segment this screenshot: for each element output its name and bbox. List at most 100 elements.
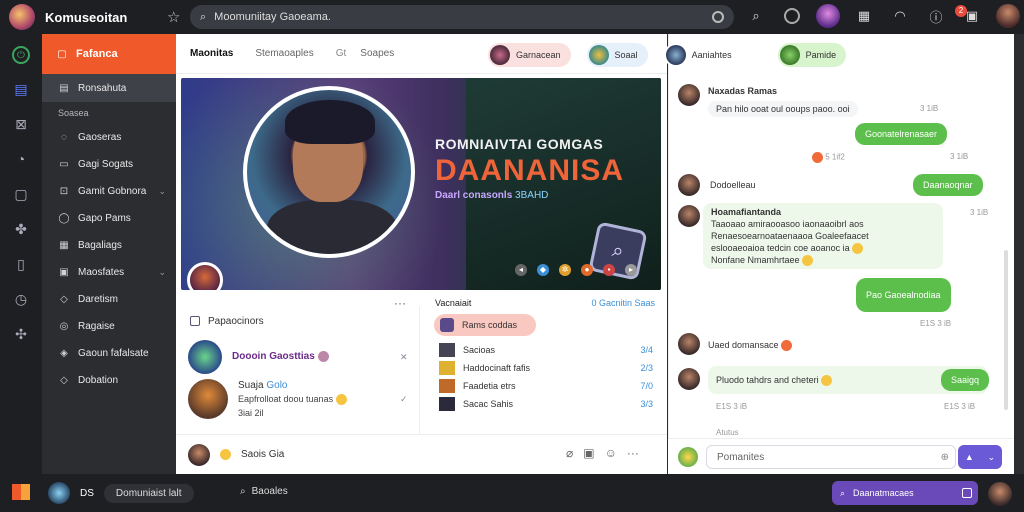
send-button[interactable]: ▲ ⌄ <box>958 445 1002 469</box>
check-icon[interactable]: ✓ <box>400 394 408 405</box>
message-time: 3 1iB <box>920 104 939 113</box>
window-icon[interactable]: ▢ <box>11 184 31 204</box>
chip-user[interactable]: Aaniahtes <box>663 43 742 67</box>
fire-icon[interactable]: ● <box>581 264 593 276</box>
user-name: Domuniaist lalt <box>103 483 194 503</box>
sidebar-item[interactable]: ◎ Ragaise <box>42 313 176 340</box>
square-icon <box>190 316 200 326</box>
search-zoom-icon[interactable]: ⌕ <box>744 4 768 28</box>
composer-text[interactable]: Saois Gia <box>241 449 284 460</box>
chat-scrollbar[interactable] <box>1004 250 1008 410</box>
headset-icon[interactable]: ◠ <box>888 4 912 28</box>
message-bubble: Goonatelrenasaer <box>855 123 948 145</box>
list-item[interactable]: Faadetia etrs 7/0 <box>421 378 665 394</box>
more-icon[interactable]: ··· <box>627 446 639 460</box>
close-icon[interactable]: ✕ <box>400 352 408 363</box>
voice-icon[interactable] <box>712 11 724 23</box>
right-section-label: Vacnaiait <box>435 298 472 308</box>
right-section-link[interactable]: 0 Gacnitin Saas <box>591 298 655 308</box>
bottom-pill-label: Daanatmacaes <box>853 488 914 498</box>
message-avatar[interactable] <box>678 174 700 196</box>
message-time: E1S 3 iB <box>716 402 748 411</box>
chevron-down-icon[interactable]: ⌄ <box>158 267 166 278</box>
left-rail: ⏻ ▤ ⊠ ◔ ▢ ✤ ▯ ◷ ✣ <box>0 34 42 474</box>
message-time: E1S 3 iB <box>944 402 976 411</box>
list-item[interactable]: Sacac Sahis 3/3 <box>421 396 665 412</box>
hero-portrait <box>243 86 415 258</box>
list-item[interactable]: Sacioas 3/4 <box>421 342 665 358</box>
gamepad-icon[interactable]: ✤ <box>11 219 31 239</box>
message-avatar[interactable] <box>678 84 700 106</box>
image-icon[interactable]: ▣ <box>583 446 594 460</box>
home-icon[interactable]: ⏻ <box>12 46 30 64</box>
message-avatar[interactable] <box>678 205 700 227</box>
user-avatar[interactable] <box>996 4 1020 28</box>
brand-logo-icon[interactable] <box>12 484 30 500</box>
bottom-user[interactable]: DS Domuniaist lalt <box>48 482 194 504</box>
chip-user[interactable]: Soaal <box>586 43 648 67</box>
feed-icon[interactable]: ▤ <box>11 79 31 99</box>
message-avatar[interactable] <box>678 333 700 355</box>
calendar-icon[interactable]: ▦ <box>852 4 876 28</box>
info-icon[interactable]: ⓘ <box>924 4 948 28</box>
tab-fourth[interactable]: Soapes <box>360 48 394 59</box>
attach-icon[interactable]: ⊕ <box>941 452 949 463</box>
puzzle-icon[interactable]: ✣ <box>11 324 31 344</box>
chevron-down-icon[interactable]: ⌄ <box>158 186 166 197</box>
feed-item[interactable]: Doooin Gaosttias ✕ <box>176 336 419 378</box>
sidebar-item[interactable]: ▦ Bagaliags <box>42 232 176 259</box>
emoji-icon[interactable] <box>220 449 231 460</box>
star-icon[interactable]: ☆ <box>167 8 180 26</box>
sidebar-item[interactable]: ◯ Gapo Pams <box>42 205 176 232</box>
message-time-text: 5 1if2 <box>825 152 845 162</box>
bottom-search[interactable]: ⌕ Baoales <box>240 486 288 497</box>
emoji-picker-icon[interactable] <box>678 447 698 467</box>
feed-name-text: Suaja <box>238 379 264 391</box>
clock-icon[interactable]: ◷ <box>11 289 31 309</box>
feed-item[interactable]: Suaja Golo Eapfrolloat doou tuanas 3iai … <box>176 378 419 420</box>
sidebar-item[interactable]: ▭ Gagi Sogats <box>42 151 176 178</box>
message-avatar[interactable] <box>678 368 700 390</box>
list-item[interactable]: Haddocinaft fafis 2/3 <box>421 360 665 376</box>
sidebar-item[interactable]: ◌ Gaoseras <box>42 124 176 151</box>
message-text: Pluodo tahdrs and cheteri <box>716 375 819 385</box>
grid-icon[interactable]: ⊠ <box>11 114 31 134</box>
app-logo[interactable] <box>9 4 35 30</box>
more-icon[interactable]: ▸ <box>625 264 637 276</box>
profile-avatar[interactable] <box>988 482 1012 506</box>
record-icon[interactable] <box>784 8 800 24</box>
sidebar-item[interactable]: ◇ Dobation <box>42 367 176 394</box>
chip-avatar <box>665 45 686 65</box>
chip-user[interactable]: Garnacean <box>488 43 571 67</box>
bottom-search-pill[interactable]: ⌕ Daanatmacaes <box>832 481 978 505</box>
tab-third[interactable]: Gt <box>336 48 347 59</box>
emoji-icon <box>812 152 823 163</box>
chat-icon[interactable]: ◔ <box>11 149 31 169</box>
bottom-bar: DS Domuniaist lalt ⌕ Baoales ⌕ Daanatmac… <box>0 474 1024 512</box>
sidebar-item-icon: ◈ <box>60 348 68 359</box>
attach-icon[interactable]: ⌀ <box>566 446 573 460</box>
document-icon[interactable]: ▯ <box>11 254 31 274</box>
friend-avatar[interactable] <box>816 4 840 28</box>
sidebar-item[interactable]: ◇ Daretism <box>42 286 176 313</box>
channel-avatar[interactable] <box>187 262 223 290</box>
water-icon[interactable]: ◆ <box>537 264 549 276</box>
settings-icon[interactable]: ✲ <box>559 264 571 276</box>
search-input[interactable]: ⌕ Moomuniitay Gaoeama. <box>190 5 734 29</box>
filter-pill[interactable]: Rams coddas <box>434 314 536 336</box>
sidebar-item[interactable]: ▣ Maosfates ⌄ <box>42 259 176 286</box>
chip-user[interactable]: Pamide <box>777 43 847 67</box>
sidebar-header[interactable]: ▢ Fafanca <box>42 34 176 74</box>
tab-main[interactable]: Maonitas <box>190 48 233 59</box>
volume-icon[interactable]: ◂ <box>515 264 527 276</box>
reaction-icon[interactable]: ☺ <box>605 446 617 460</box>
sidebar-item[interactable]: ◈ Gaoun fafalsate <box>42 340 176 367</box>
tab-second[interactable]: Stemaoaples <box>255 48 313 59</box>
sidebar-item[interactable]: ⊡ Gamit Gobnora ⌄ <box>42 178 176 205</box>
flag-icon[interactable]: ▪ <box>603 264 615 276</box>
sidebar-item-label: Gapo Pams <box>78 213 131 224</box>
sidebar-item-selected[interactable]: ▤ Ronsahuta <box>42 74 176 102</box>
message-author: Dodoelleau <box>710 180 756 190</box>
list-item-thumbnail <box>439 397 455 411</box>
chat-input[interactable]: Pomanites ⊕ <box>706 445 956 469</box>
